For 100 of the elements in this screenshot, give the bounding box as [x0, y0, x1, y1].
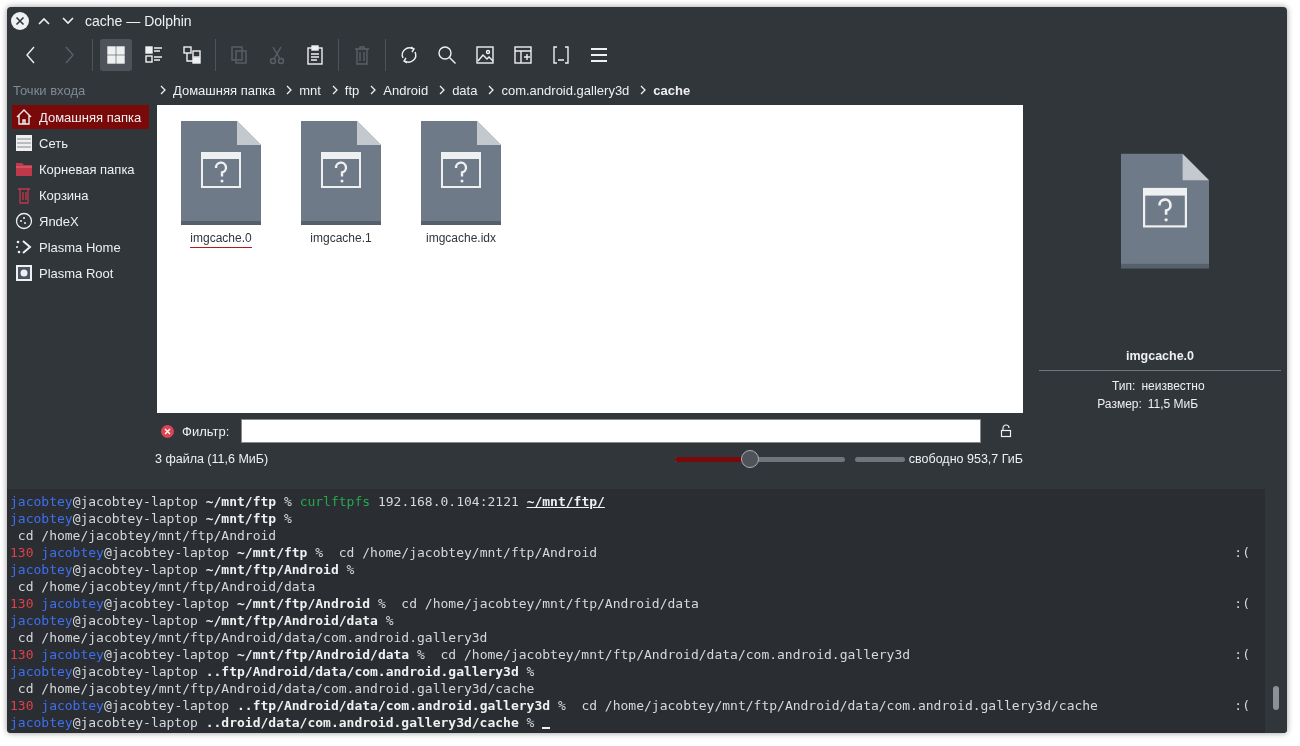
unknown-file-icon [301, 121, 381, 225]
breadcrumb-item[interactable]: data [452, 82, 478, 98]
chevron-up-icon [38, 17, 50, 25]
prompt-path: ~/mnt/ftp/Android/data [205, 612, 378, 629]
host-name: @jacobtey-laptop [72, 493, 199, 510]
terminal-text: % [525, 714, 536, 731]
command-name: curlftpfs [299, 493, 371, 510]
user-name: jacobtey [41, 595, 104, 612]
file-item[interactable]: imgcache.idx [421, 121, 501, 248]
place-item[interactable]: Plasma Root [12, 261, 149, 285]
host-name: @jacobtey-laptop [72, 714, 199, 731]
place-item[interactable]: Корзина [12, 183, 149, 207]
file-name: imgcache.1 [310, 231, 372, 247]
terminal-text: % [282, 493, 293, 510]
host-name: @jacobtey-laptop [72, 663, 199, 680]
terminal-text: cd /home/jacobtey/mnt/ftp/Android/data/com.android.gallery3d [16, 629, 488, 646]
user-name: jacobtey [10, 510, 73, 527]
user-name: jacobtey [10, 493, 73, 510]
chevron-icon [330, 85, 339, 95]
breadcrumb-item[interactable]: cache [653, 82, 691, 98]
property-value: неизвестно [1141, 379, 1205, 395]
chevron-icon [285, 85, 294, 95]
status-summary: 3 файла (11,6 МиБ) [155, 452, 270, 466]
prompt-path: ~/mnt/ftp [237, 544, 308, 561]
exit-code: 130 [10, 646, 35, 663]
property-label: Размер: [1096, 397, 1142, 413]
unknown-file-icon [1121, 153, 1209, 269]
terminal-text: cd /home/jacobtey/mnt/ftp/Android/data [16, 578, 316, 595]
breadcrumb-item[interactable]: ftp [344, 82, 360, 98]
terminal-text: % cd /home/jacobtey/mnt/ftp/Android/data [376, 595, 699, 612]
trash-icon [15, 186, 33, 204]
breadcrumb-item[interactable]: Домашняя папка [173, 82, 276, 98]
terminal-text: % cd /home/jacobtey/mnt/ftp/Android/data/com.android.gallery3d [416, 646, 911, 663]
place-item[interactable]: Домашняя папка [12, 105, 149, 129]
home-icon [15, 108, 33, 126]
folder-icon [15, 160, 33, 178]
exit-code: 130 [10, 595, 35, 612]
prompt-path: ~/mnt/ftp/Android [205, 561, 339, 578]
file-item[interactable]: imgcache.1 [301, 121, 381, 248]
chevron-icon [369, 85, 378, 95]
breadcrumb-item[interactable]: mnt [299, 82, 321, 98]
terminal-text: % [384, 612, 394, 629]
terminal-text: % [525, 663, 535, 680]
place-item[interactable]: Сеть [12, 131, 149, 155]
prompt-path: ..ftp/Android/data/com.android.gallery3d [205, 663, 519, 680]
lock-icon[interactable] [999, 424, 1014, 438]
clear-icon[interactable] [161, 424, 174, 438]
chevron-icon [159, 85, 167, 95]
free-space-text: свободно 953,7 ГиБ [908, 452, 1023, 466]
exit-code: 130 [10, 697, 35, 714]
prompt-path: ~/mnt/ftp [205, 510, 277, 527]
terminal-text: % cd /home/jacobtey/mnt/ftp/Android/data/com.android.gallery3d/cache [556, 697, 1098, 714]
user-name: jacobtey [10, 561, 73, 578]
prompt-path: ..ftp/Android/data/com.android.gallery3d [237, 697, 551, 714]
prompt-path: ~/mnt/ftp/Android/data [237, 646, 410, 663]
terminal-text: 192.168.0.104:2121 [376, 493, 520, 510]
close-button[interactable] [11, 12, 29, 30]
filter-label: Фильтр: [182, 423, 230, 439]
unknown-file-icon [421, 121, 501, 225]
prompt-path: ..droid/data/com.android.gallery3d/cache [205, 714, 519, 731]
terminal-status: :( [1234, 697, 1250, 714]
file-item[interactable]: imgcache.0 [181, 121, 261, 248]
user-name: jacobtey [10, 663, 73, 680]
terminal-status: :( [1234, 646, 1250, 663]
terminal-status: :( [1234, 544, 1250, 561]
info-file-name: imgcache.0 [1125, 349, 1195, 363]
host-name: @jacobtey-laptop [103, 595, 231, 612]
place-item[interactable]: ЯndeX [12, 209, 149, 233]
zoom-slider[interactable] [674, 450, 845, 468]
terminal-text: cd /home/jacobtey/mnt/ftp/Android [16, 527, 277, 544]
filter-field[interactable] [241, 419, 982, 443]
terminal-text: cd /home/jacobtey/mnt/ftp/Android/data/com.android.gallery3d/cache [16, 680, 535, 697]
file-name: imgcache.0 [190, 231, 252, 248]
exit-code: 130 [10, 544, 35, 561]
unknown-file-icon [181, 121, 261, 225]
property-label: Тип: [1111, 379, 1136, 395]
disk-space-bar [854, 456, 905, 462]
user-name: jacobtey [10, 714, 73, 731]
scrollbar[interactable] [1265, 489, 1287, 733]
breadcrumb-item[interactable]: com.android.gallery3d [501, 82, 630, 98]
chevron-icon [639, 85, 648, 95]
place-item[interactable]: Plasma Home [12, 235, 149, 259]
user-name: jacobtey [41, 544, 104, 561]
terminal-status: :( [1234, 595, 1250, 612]
host-name: @jacobtey-laptop [72, 561, 199, 578]
place-item[interactable]: Корневая папка [12, 157, 149, 181]
close-icon [11, 12, 29, 30]
user-name: jacobtey [41, 646, 104, 663]
host-name: @jacobtey-laptop [103, 544, 231, 561]
network-icon [15, 134, 33, 152]
window-title: cache — Dolphin [85, 13, 192, 29]
file-name: imgcache.idx [426, 231, 496, 247]
terminal-text: % cd /home/jacobtey/mnt/ftp/Android [314, 544, 598, 561]
user-name: jacobtey [41, 697, 104, 714]
chevron-icon [487, 85, 496, 95]
chevron-icon [438, 85, 447, 95]
prompt-path: ~/mnt/ftp/Android [237, 595, 371, 612]
dots-icon [15, 238, 33, 256]
breadcrumb-item[interactable]: Android [383, 82, 429, 98]
host-name: @jacobtey-laptop [103, 697, 231, 714]
